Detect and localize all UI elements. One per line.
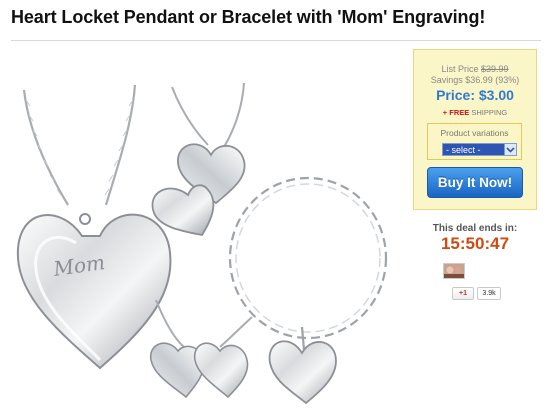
shipping-plus: + [442, 108, 448, 117]
variations-label: Product variations [440, 128, 509, 138]
bracelet-heart [268, 340, 337, 405]
pendant-chain-links [25, 99, 134, 196]
product-variations: Product variations - select - [427, 123, 522, 160]
large-heart-locket: Mom [16, 213, 172, 370]
free-shipping: + FREE SHIPPING [414, 108, 536, 117]
open-locket-top [151, 143, 246, 236]
title-divider [11, 40, 541, 41]
product-image: Mom [16, 82, 388, 405]
deal-ends-label: This deal ends in: [432, 223, 518, 234]
list-price-label: List Price [441, 64, 479, 74]
savings-text: Savings $36.99 (93%) [430, 75, 520, 85]
buy-it-now-button[interactable]: Buy It Now! [427, 167, 523, 198]
list-price-value: $39.99 [481, 64, 509, 74]
deal-panel: List Price $39.99 Savings $36.99 (93%) P… [413, 49, 537, 210]
page-title: Heart Locket Pendant or Bracelet with 'M… [11, 7, 486, 27]
small-open-locket [150, 342, 249, 399]
bracelet-chain [228, 176, 388, 351]
open-locket-chain [171, 82, 245, 148]
chevron-down-icon[interactable] [504, 143, 517, 156]
shipping-free: FREE [449, 108, 470, 117]
gplus-count: 3.9k [477, 287, 501, 300]
gplus-button[interactable]: +1 [452, 287, 474, 300]
deal-price: Price: $3.00 [436, 87, 514, 103]
variation-select[interactable]: - select - [442, 143, 505, 156]
avatar[interactable] [443, 263, 465, 279]
list-price: List Price $39.99 [414, 64, 536, 74]
pendant-chain [22, 84, 137, 206]
countdown-timer: 15:50:47 [440, 234, 510, 253]
small-locket-chain [155, 299, 253, 348]
shipping-label: SHIPPING [471, 108, 508, 117]
